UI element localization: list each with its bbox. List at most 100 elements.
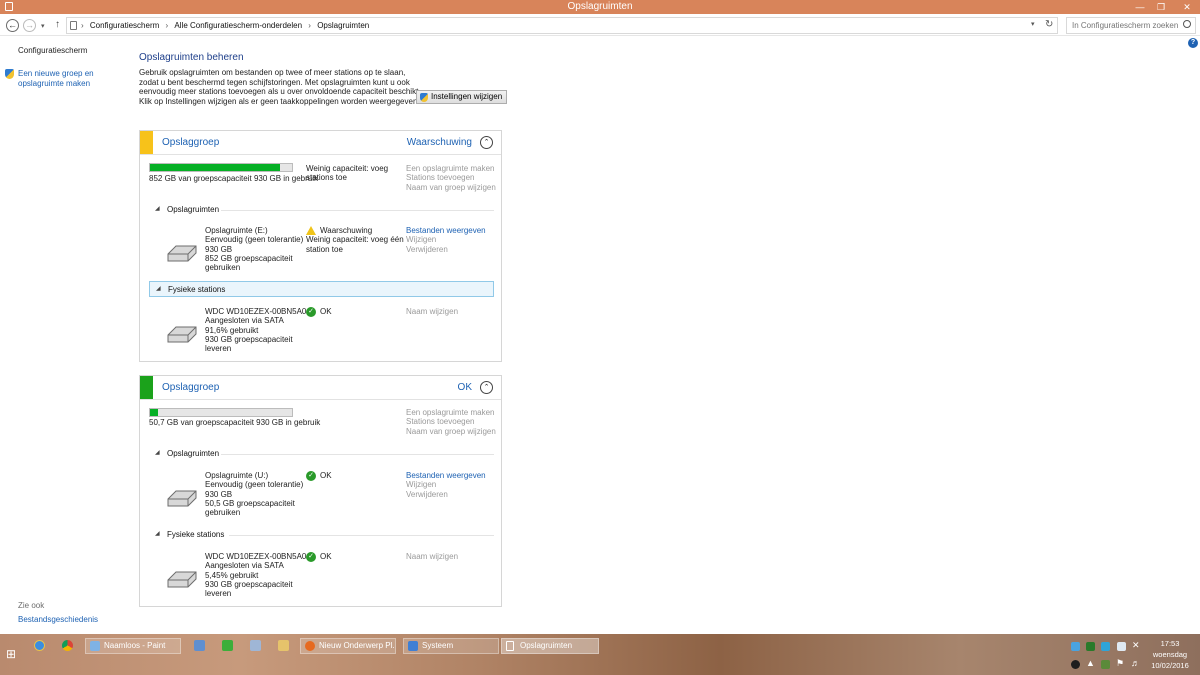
disk-status: ✓ OK (306, 307, 332, 317)
disk-detail-line: 5,45% gebruikt (205, 570, 259, 580)
add-drives-link[interactable]: Stations toevoegen (406, 173, 496, 182)
clock[interactable]: 17:53 woensdag 10/02/2016 (1150, 638, 1190, 671)
forward-button[interactable]: → (23, 19, 36, 32)
disk-detail-line: WDC WD10EZEX-00BN5A0 (205, 307, 307, 316)
physical-drives-label: Fysieke stations (167, 530, 225, 539)
breadcrumb-all-items[interactable]: Alle Configuratiescherm-onderdelen (174, 21, 302, 30)
tray-icon[interactable] (1101, 642, 1110, 651)
change-link[interactable]: Wijzigen (406, 235, 486, 244)
space-detail-line: Opslagruimte (U:) (205, 471, 269, 480)
collapse-chevron-icon[interactable]: ⌃ (480, 381, 493, 394)
tray-close-icon[interactable]: ✕ (1132, 640, 1140, 651)
spaces-section-label: Opslagruimten (167, 449, 220, 458)
collapse-triangle-icon[interactable]: ◢ (155, 530, 160, 537)
tray-icon[interactable] (1071, 642, 1080, 651)
space-detail-line: 50,5 GB groepscapaciteit (205, 498, 295, 508)
back-button[interactable]: ← (6, 19, 19, 32)
add-drives-link[interactable]: Stations toevoegen (406, 417, 496, 426)
space-actions: Bestanden weergeven Wijzigen Verwijderen (406, 226, 486, 254)
up-button[interactable]: ↑ (55, 19, 60, 30)
spaces-section-header[interactable]: ◢ Opslagruimten (149, 446, 494, 461)
collapse-chevron-icon[interactable]: ⌃ (480, 136, 493, 149)
network-icon[interactable]: ⚑ (1116, 658, 1124, 669)
intro-line: Klik op Instellingen wijzigen als er gee… (139, 96, 420, 106)
control-panel-icon (70, 21, 77, 30)
show-hidden-icons-icon[interactable]: ▲ (1086, 658, 1095, 668)
collapse-triangle-icon[interactable]: ◢ (156, 285, 161, 292)
folder-icon[interactable] (278, 640, 289, 651)
physical-drives-section-header[interactable]: ◢ Fysieke stations (149, 527, 494, 542)
section-divider (221, 210, 494, 211)
pool-title: Opslaggroep (162, 382, 220, 393)
rename-pool-link[interactable]: Naam van groep wijzigen (406, 183, 496, 192)
drive-icon (167, 245, 197, 262)
disk-detail-line: 91,6% gebruikt (205, 325, 259, 335)
create-space-link[interactable]: Een opslagruimte maken (406, 164, 496, 173)
tray-icon[interactable] (1101, 660, 1110, 669)
disk-detail-line: WDC WD10EZEX-00BN5A0 (205, 552, 307, 561)
address-bar[interactable]: › Configuratiescherm › Alle Configuratie… (66, 17, 1058, 34)
see-also-heading: Zie ook (18, 601, 45, 610)
view-files-link[interactable]: Bestanden weergeven (406, 226, 486, 235)
rename-disk-link[interactable]: Naam wijzigen (406, 552, 458, 561)
change-link[interactable]: Wijzigen (406, 480, 486, 489)
taskbar-button-paint[interactable]: Naamloos - Paint (85, 638, 181, 654)
view-files-link[interactable]: Bestanden weergeven (406, 471, 486, 480)
tray-icon[interactable] (1117, 642, 1126, 651)
notepad-icon[interactable] (250, 640, 261, 651)
taskbar-button-storage-spaces[interactable]: Opslagruimten (501, 638, 599, 654)
maximize-button[interactable]: ❐ (1151, 1, 1171, 13)
rename-pool-link[interactable]: Naam van groep wijzigen (406, 427, 496, 436)
breadcrumb-separator: › (81, 21, 84, 30)
storage-pool-panel: Opslaggroep OK ⌃ 50,7 GB van groepscapac… (139, 375, 502, 607)
pool-status-stripe (140, 131, 153, 154)
taskbar-button-firefox[interactable]: Nieuw Onderwerp Pl... (300, 638, 396, 654)
delete-link[interactable]: Verwijderen (406, 490, 486, 499)
sidebar-item-file-history[interactable]: Bestandsgeschiedenis (18, 615, 98, 624)
check-icon: ✓ (306, 552, 316, 562)
taskbar: ⊞ Naamloos - Paint Nieuw Onderwerp Pl...… (0, 634, 1200, 675)
chrome-icon[interactable] (62, 640, 73, 651)
internet-explorer-icon[interactable] (34, 640, 45, 651)
start-button-icon[interactable]: ⊞ (6, 648, 18, 660)
volume-icon[interactable]: ♬ (1131, 658, 1140, 668)
spaces-section-header[interactable]: ◢ Opslagruimten (149, 202, 494, 217)
help-icon[interactable]: ? (1188, 38, 1198, 48)
close-button[interactable]: ✕ (1176, 1, 1198, 13)
recent-locations-dropdown[interactable]: ▾ (41, 22, 45, 30)
physical-drives-section-header[interactable]: ◢ Fysieke stations (149, 281, 494, 297)
utorrent-icon[interactable] (222, 640, 233, 651)
space-detail-line: gebruiken (205, 508, 241, 518)
check-icon: ✓ (306, 471, 316, 481)
search-input[interactable] (1072, 21, 1182, 30)
firefox-icon (305, 641, 315, 651)
address-dropdown-icon[interactable]: ▾ (1031, 20, 1035, 28)
search-box[interactable] (1066, 17, 1196, 34)
refresh-icon[interactable]: ↻ (1045, 19, 1053, 30)
space-detail-line: gebruiken (205, 263, 241, 273)
space-detail-line: 852 GB groepscapaciteit (205, 253, 293, 263)
search-icon[interactable] (1183, 20, 1191, 28)
explorer-icon[interactable] (194, 640, 205, 651)
taskbar-button-system[interactable]: Systeem (403, 638, 499, 654)
collapse-triangle-icon[interactable]: ◢ (155, 449, 160, 456)
delete-link[interactable]: Verwijderen (406, 245, 486, 254)
collapse-triangle-icon[interactable]: ◢ (155, 205, 160, 212)
taskbar-button-label: Nieuw Onderwerp Pl... (319, 641, 396, 650)
minimize-button[interactable]: — (1130, 1, 1150, 13)
breadcrumb-storage-spaces[interactable]: Opslagruimten (317, 21, 369, 30)
space-status-label: OK (320, 471, 332, 481)
sidebar-item-new-group[interactable]: Een nieuwe groep en opslagruimte maken (18, 69, 94, 88)
tray-icon[interactable] (1071, 660, 1080, 669)
capacity-bar (149, 408, 293, 417)
rename-disk-link[interactable]: Naam wijzigen (406, 307, 458, 316)
change-settings-button[interactable]: Instellingen wijzigen (416, 90, 508, 104)
intro-line: eenvoudig meer stations toevoegen als u … (139, 87, 421, 97)
tray-icon[interactable] (1086, 642, 1095, 651)
sidebar-item-control-panel[interactable]: Configuratiescherm (18, 46, 87, 55)
pool-header: Opslaggroep OK ⌃ (140, 376, 501, 400)
create-space-link[interactable]: Een opslagruimte maken (406, 408, 496, 417)
physical-drives-label: Fysieke stations (168, 285, 226, 294)
pool-status: Waarschuwing (406, 137, 472, 148)
breadcrumb-control-panel[interactable]: Configuratiescherm (90, 21, 159, 30)
